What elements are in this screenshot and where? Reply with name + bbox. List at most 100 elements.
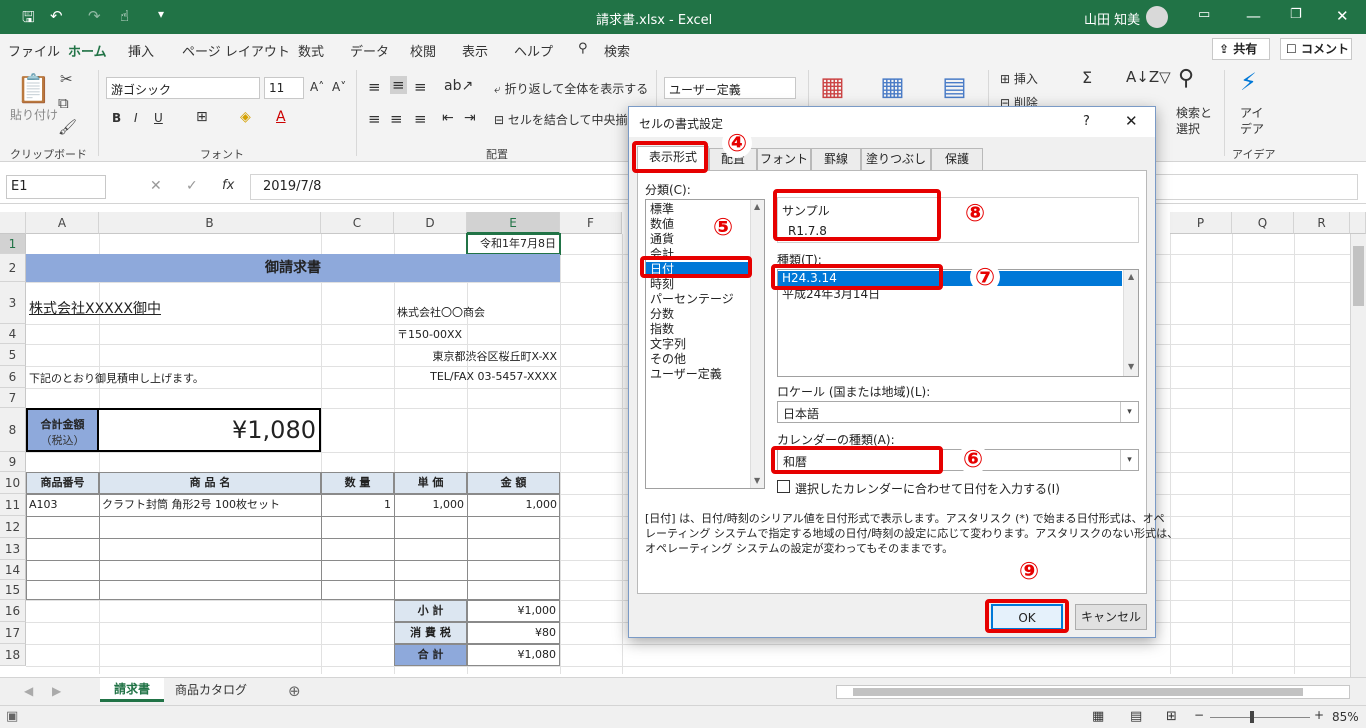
col-header[interactable]: P — [1170, 212, 1232, 234]
paste-label[interactable]: 貼り付け — [10, 106, 58, 123]
scroll-down-icon[interactable]: ▼ — [754, 476, 760, 485]
intro-text[interactable]: 下記のとおり御見積申し上げます。 — [26, 370, 207, 386]
zoom-level[interactable]: 85% — [1332, 710, 1359, 724]
paste-icon[interactable]: 📋 — [16, 72, 51, 105]
find-select-label-2[interactable]: 選択 — [1176, 120, 1200, 137]
zoom-out-icon[interactable]: − — [1194, 708, 1204, 722]
align-right-icon[interactable]: ≡ — [414, 110, 427, 128]
row-header[interactable]: 1 — [0, 234, 26, 254]
format-painter-icon[interactable]: 🖌 — [58, 118, 77, 136]
align-top-icon[interactable]: ≡ — [368, 78, 381, 96]
align-bottom-icon[interactable]: ≡ — [414, 78, 427, 96]
category-item[interactable]: パーセンテージ — [650, 292, 734, 307]
sheet-tab-invoice[interactable]: 請求書 — [100, 678, 164, 702]
header-price[interactable]: 単 価 — [394, 472, 467, 494]
tax-value[interactable]: ¥80 — [467, 622, 560, 644]
category-item[interactable]: 通貨 — [650, 232, 674, 247]
type-scroll-up-icon[interactable]: ▲ — [1128, 272, 1134, 281]
row-header[interactable]: 11 — [0, 494, 26, 516]
item-name[interactable]: クラフト封筒 角形2号 100枚セット — [99, 494, 321, 516]
row-header[interactable]: 6 — [0, 366, 26, 388]
increase-indent-icon[interactable]: ⇥ — [464, 110, 476, 126]
normal-view-icon[interactable]: ▦ — [1092, 709, 1104, 724]
merge-center-button[interactable]: ⊟ セルを結合して中央揃え — [494, 111, 640, 128]
sort-filter-icon[interactable]: A↓Z▽ — [1126, 68, 1171, 86]
tab-file[interactable]: ファイル — [8, 41, 60, 60]
tab-border[interactable]: 罫線 — [811, 148, 861, 171]
tab-font[interactable]: フォント — [757, 148, 811, 171]
touch-mode-icon[interactable]: ☝ — [120, 7, 129, 25]
dialog-close-icon[interactable]: ✕ — [1125, 112, 1138, 130]
grand-total-label[interactable]: 合 計 — [394, 644, 467, 666]
col-header[interactable]: D — [394, 212, 467, 234]
row-header[interactable]: 4 — [0, 324, 26, 344]
format-as-table-icon[interactable]: ▦ — [880, 72, 905, 102]
ideas-label-1[interactable]: アイ — [1240, 104, 1263, 121]
header-amount[interactable]: 金 額 — [467, 472, 560, 494]
insert-function-icon[interactable]: fx — [222, 178, 234, 193]
grand-total-value[interactable]: ¥1,080 — [467, 644, 560, 666]
tax-label[interactable]: 消 費 税 — [394, 622, 467, 644]
type-scroll-down-icon[interactable]: ▼ — [1128, 362, 1134, 371]
invoice-heading[interactable]: 御請求書 — [26, 254, 560, 282]
address[interactable]: 東京都渋谷区桜丘町X-XX — [394, 348, 560, 364]
locale-select[interactable]: 日本語 ▾ — [777, 401, 1139, 423]
customize-qat-icon[interactable]: ▾ — [158, 7, 164, 21]
subtotal-value[interactable]: ¥1,000 — [467, 600, 560, 622]
page-layout-view-icon[interactable]: ▤ — [1130, 709, 1142, 724]
increase-font-icon[interactable]: A˄ — [310, 80, 324, 94]
share-button[interactable]: ⇪ 共有 — [1212, 38, 1270, 60]
tab-search[interactable]: 検索 — [604, 41, 630, 60]
tab-help[interactable]: ヘルプ — [514, 41, 553, 60]
horizontal-scrollbar[interactable] — [836, 685, 1350, 699]
row-header[interactable]: 14 — [0, 560, 26, 580]
name-box[interactable]: E1 — [6, 175, 106, 199]
zoom-slider[interactable] — [1210, 717, 1310, 718]
tab-fill[interactable]: 塗りつぶし — [861, 148, 931, 171]
cut-icon[interactable]: ✂ — [60, 70, 73, 88]
tab-page-layout[interactable]: ページ レイアウト — [182, 41, 290, 60]
category-item[interactable]: 指数 — [650, 322, 674, 337]
comment-button[interactable]: ☐ コメント — [1280, 38, 1352, 60]
header-qty[interactable]: 数 量 — [321, 472, 394, 494]
font-color-icon[interactable]: A — [276, 109, 286, 125]
category-item[interactable]: 分数 — [650, 307, 674, 322]
underline-icon[interactable]: U — [154, 111, 163, 125]
decrease-font-icon[interactable]: A˅ — [332, 80, 346, 94]
tab-formulas[interactable]: 数式 — [298, 41, 324, 60]
scrollbar-thumb[interactable] — [1353, 246, 1364, 306]
orientation-icon[interactable]: ab↗ — [444, 78, 473, 94]
header-name[interactable]: 商 品 名 — [99, 472, 321, 494]
ribbon-display-icon[interactable]: ▭ — [1198, 7, 1210, 22]
page-break-view-icon[interactable]: ⊞ — [1166, 709, 1177, 724]
border-icon[interactable]: ⊞ — [196, 109, 208, 125]
find-icon[interactable]: ⚲ — [1178, 66, 1194, 91]
wrap-text-button[interactable]: ⤶ 折り返して全体を表示する — [494, 80, 648, 97]
tab-review[interactable]: 校閲 — [410, 41, 436, 60]
align-left-icon[interactable]: ≡ — [368, 110, 381, 128]
fill-color-icon[interactable]: ◈ — [240, 109, 251, 125]
col-header[interactable]: A — [26, 212, 99, 234]
category-item[interactable]: 文字列 — [650, 337, 686, 352]
col-header[interactable]: C — [321, 212, 394, 234]
row-header[interactable]: 8 — [0, 408, 26, 452]
category-list[interactable]: 標準 数値 通貨 会計 日付 時刻 パーセンテージ 分数 指数 文字列 その他 … — [645, 199, 765, 489]
total-amount[interactable]: ¥1,080 — [99, 408, 321, 452]
row-header[interactable]: 17 — [0, 622, 26, 644]
italic-icon[interactable]: I — [134, 111, 138, 125]
zoom-slider-thumb[interactable] — [1250, 711, 1254, 723]
row-header[interactable]: 15 — [0, 580, 26, 600]
row-header[interactable]: 12 — [0, 516, 26, 538]
autosum-icon[interactable]: Σ — [1082, 68, 1092, 87]
search-icon[interactable]: ⚲ — [578, 41, 588, 56]
find-select-label-1[interactable]: 検索と — [1176, 104, 1212, 121]
select-all[interactable] — [0, 212, 26, 234]
decrease-indent-icon[interactable]: ⇤ — [442, 110, 454, 126]
vertical-scrollbar[interactable] — [1350, 234, 1366, 677]
tab-data[interactable]: データ — [350, 41, 389, 60]
cancel-entry-icon[interactable]: ✕ — [150, 178, 162, 194]
subtotal-label[interactable]: 小 計 — [394, 600, 467, 622]
item-amount[interactable]: 1,000 — [467, 494, 560, 516]
number-format-select[interactable]: ユーザー定義 — [664, 77, 796, 99]
cell-e1[interactable]: 令和1年7月8日 — [466, 233, 561, 255]
